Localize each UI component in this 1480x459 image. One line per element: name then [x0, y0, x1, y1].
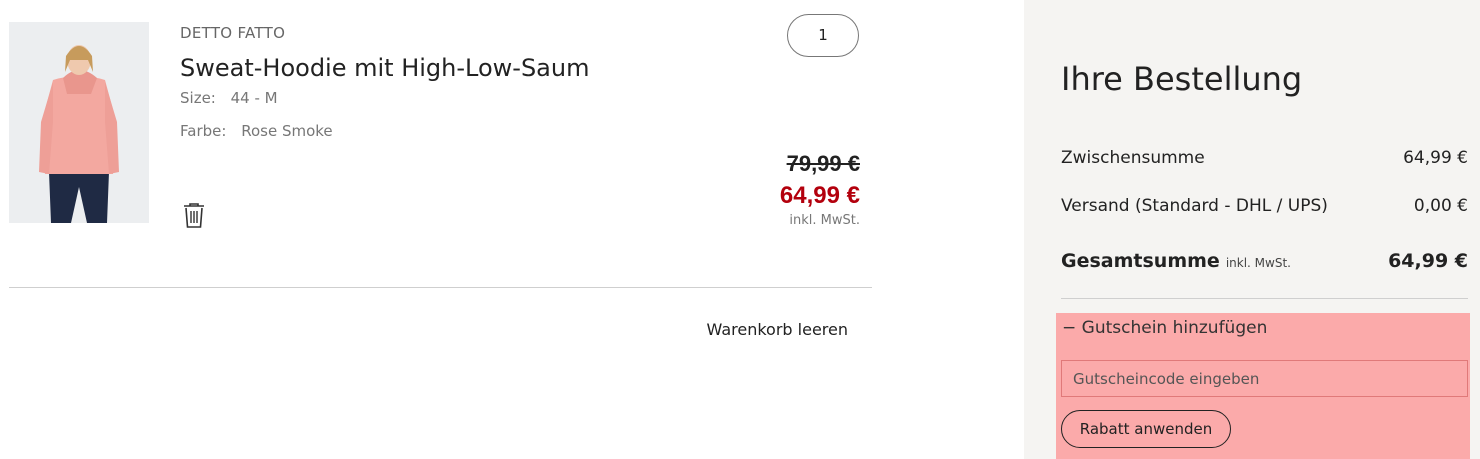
clear-cart-button[interactable]: Warenkorb leeren [707, 320, 848, 339]
quantity-selector[interactable]: 1 [787, 14, 859, 57]
product-photo-icon [9, 22, 149, 223]
order-summary: Ihre Bestellung Zwischensumme 64,99 € Ve… [1024, 0, 1480, 459]
subtotal-label: Zwischensumme [1061, 148, 1205, 168]
size-value: 44 - M [230, 89, 278, 107]
product-color: Farbe: Rose Smoke [180, 122, 333, 140]
trash-icon [184, 203, 204, 228]
product-size: Size: 44 - M [180, 89, 278, 107]
coupon-section: − Gutschein hinzufügen Rabatt anwenden [1056, 313, 1470, 459]
total-label-group: Gesamtsumme inkl. MwSt. [1061, 250, 1291, 272]
summary-divider [1061, 298, 1468, 299]
total-row: Gesamtsumme inkl. MwSt. 64,99 € [1061, 250, 1468, 272]
color-value: Rose Smoke [241, 122, 333, 140]
total-value: 64,99 € [1388, 250, 1468, 272]
sale-price: 64,99 € [779, 182, 860, 209]
product-name[interactable]: Sweat-Hoodie mit High-Low-Saum [180, 54, 589, 82]
original-price: 79,99 € [786, 151, 860, 176]
total-tax-note: inkl. MwSt. [1225, 256, 1291, 270]
product-image[interactable] [9, 22, 149, 223]
subtotal-row: Zwischensumme 64,99 € [1061, 148, 1468, 168]
cart-divider [9, 287, 872, 288]
total-label: Gesamtsumme [1061, 250, 1220, 272]
summary-title: Ihre Bestellung [1061, 60, 1303, 98]
remove-item-button[interactable] [181, 201, 207, 229]
size-label: Size: [180, 89, 216, 107]
shipping-row: Versand (Standard - DHL / UPS) 0,00 € [1061, 196, 1468, 216]
subtotal-value: 64,99 € [1403, 148, 1468, 168]
apply-discount-button[interactable]: Rabatt anwenden [1061, 410, 1231, 448]
coupon-code-input[interactable] [1061, 360, 1468, 397]
shipping-label: Versand (Standard - DHL / UPS) [1061, 196, 1328, 216]
cart-section: DETTO FATTO Sweat-Hoodie mit High-Low-Sa… [0, 0, 1024, 459]
color-label: Farbe: [180, 122, 227, 140]
product-brand: DETTO FATTO [180, 24, 286, 42]
price-tax-note: inkl. MwSt. [789, 213, 860, 228]
coupon-toggle-button[interactable]: − Gutschein hinzufügen [1062, 318, 1267, 338]
shipping-value: 0,00 € [1413, 196, 1468, 216]
